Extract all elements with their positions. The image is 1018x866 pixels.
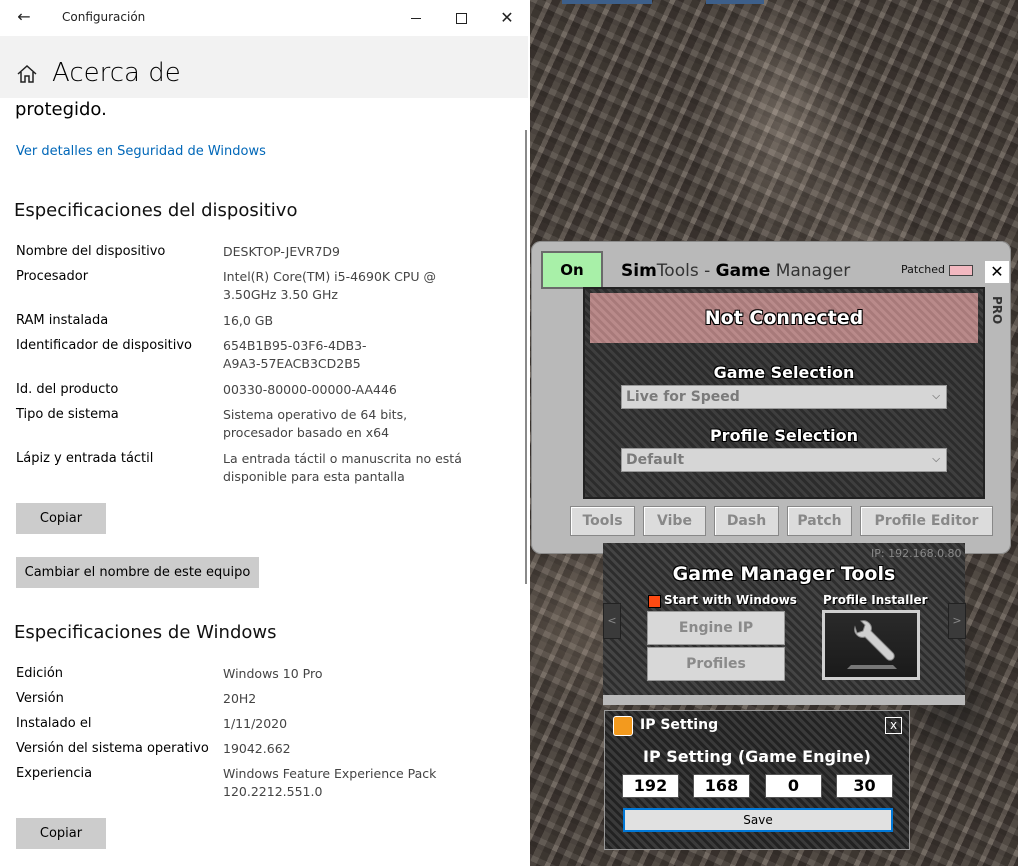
spec-label: Identificador de dispositivo [16,338,192,353]
chevron-right-icon[interactable]: > [948,603,966,639]
spec-value: DESKTOP-JEVR7D9 [223,244,340,259]
ip-dialog-title: IP Setting [640,717,719,733]
minimize-button[interactable] [404,6,428,30]
back-arrow-icon[interactable]: ← [14,7,34,27]
simtools-close-button[interactable]: ✕ [985,261,1009,283]
gm-tools-bottom-frame [603,695,965,705]
security-text: protegido. [15,99,107,120]
ip-octet-4-field[interactable]: 30 [836,774,893,798]
maximize-button[interactable] [449,6,473,30]
spec-label: Experiencia [16,766,93,781]
copy-windows-specs-button[interactable]: Copiar [16,818,106,849]
simtools-main-panel: Not Connected Game Selection Live for Sp… [583,287,985,499]
page-title: Acerca de [52,58,181,88]
security-details-link[interactable]: Ver detalles en Seguridad de Windows [16,144,266,159]
spec-label: Versión [16,691,64,706]
spec-label: Procesador [16,269,89,284]
profile-selection-label: Profile Selection [709,426,859,445]
spec-value: 1/11/2020 [223,716,288,731]
spec-label: RAM instalada [16,313,109,328]
scene-top-strip [562,0,652,4]
rename-pc-button[interactable]: Cambiar el nombre de este equipo [16,557,259,588]
spec-value: Intel(R) Core(TM) i5-4690K CPU @ 3.50GHz… [223,269,436,302]
save-button[interactable]: Save [623,808,893,832]
title-game: Game [715,261,771,281]
spec-label: Versión del sistema operativo [16,741,209,756]
spec-value: Windows Feature Experience Pack 120.2212… [223,766,437,799]
start-with-windows-checkbox[interactable] [648,595,661,608]
chevron-left-icon[interactable]: < [603,603,621,639]
profiles-button[interactable]: Profiles [647,647,785,681]
spec-label: Instalado el [16,716,92,731]
game-manager-tools-panel: IP: 192.168.0.80 Game Manager Tools Star… [603,543,966,705]
title-manager: Manager [770,261,851,281]
simtools-app-icon [613,716,633,736]
spec-value: 654B1B95-03F6-4DB3-A9A3-57EACB3CD2B5 [223,338,367,371]
start-with-windows-label: Start with Windows [664,593,797,607]
patched-label: Patched [901,263,945,276]
spec-value: 20H2 [223,691,257,706]
patched-indicator [949,265,973,276]
spec-value: 16,0 GB [223,313,274,328]
ip-setting-dialog: IP Setting x IP Setting (Game Engine) 19… [604,710,910,850]
spec-label: Lápiz y entrada táctil [16,451,154,466]
title-sim: Sim [621,261,657,281]
spec-label: Tipo de sistema [16,407,119,422]
window-title: Configuración [62,10,146,24]
wrench-icon [847,620,897,669]
chevron-down-icon: ⌵ [932,391,940,402]
gm-tools-title: Game Manager Tools [672,563,896,585]
ip-dialog-heading: IP Setting (Game Engine) [643,747,871,766]
spec-value: 19042.662 [223,741,291,756]
chevron-down-icon: ⌵ [932,454,940,465]
profile-installer-button[interactable] [822,610,920,680]
spec-value: 00330-80000-00000-AA446 [223,382,397,397]
tab-profile-editor[interactable]: Profile Editor [860,506,993,536]
tab-vibe[interactable]: Vibe [643,506,706,536]
ip-caption: IP: 192.168.0.80 [871,547,962,560]
connection-status: Not Connected [704,307,864,329]
profile-installer-label: Profile Installer [823,593,928,607]
connection-status-bar: Not Connected [590,293,978,343]
profile-selection-value: Default [626,452,685,468]
spec-value: Sistema operativo de 64 bits, procesador… [223,407,408,440]
home-icon[interactable] [16,64,38,84]
copy-device-specs-button[interactable]: Copiar [16,503,106,534]
tab-tools[interactable]: Tools [570,506,635,536]
page-header: Acerca de [0,36,528,98]
spec-label: Edición [16,666,64,681]
game-selection-label: Game Selection [713,363,855,382]
device-specs-heading: Especificaciones del dispositivo [14,200,298,221]
title-bar: ← Configuración ✕ [0,0,530,36]
spec-value: Windows 10 Pro [223,666,323,681]
game-selection-dropdown[interactable]: Live for Speed ⌵ [621,385,947,409]
pro-tab[interactable]: PRO [985,285,1009,335]
scene-top-strip-2 [706,0,764,4]
windows-specs-heading: Especificaciones de Windows [14,622,277,643]
tab-dash[interactable]: Dash [714,506,779,536]
on-toggle-button[interactable]: On [541,251,603,289]
ip-octet-3-field[interactable]: 0 [765,774,822,798]
spec-label: Id. del producto [16,382,119,397]
settings-window: ← Configuración ✕ Acerca de protegido. V… [0,0,530,866]
engine-ip-button[interactable]: Engine IP [647,611,785,645]
tab-patch[interactable]: Patch [787,506,852,536]
ip-octet-2-field[interactable]: 168 [693,774,750,798]
simtools-game-manager-window: On SimTools - Game Manager Patched ✕ PRO… [531,241,1011,554]
scrollbar[interactable] [525,130,527,584]
profile-selection-dropdown[interactable]: Default ⌵ [621,448,947,472]
spec-label: Nombre del dispositivo [16,244,166,259]
close-button[interactable]: ✕ [495,6,519,30]
ip-octet-1-field[interactable]: 192 [622,774,679,798]
ip-dialog-close-button[interactable]: x [885,717,902,734]
game-selection-value: Live for Speed [626,389,740,405]
title-tools: Tools - [656,261,716,281]
spec-value: La entrada táctil o manuscrita no está d… [223,451,462,484]
simtools-title: SimTools - Game Manager [621,261,850,281]
